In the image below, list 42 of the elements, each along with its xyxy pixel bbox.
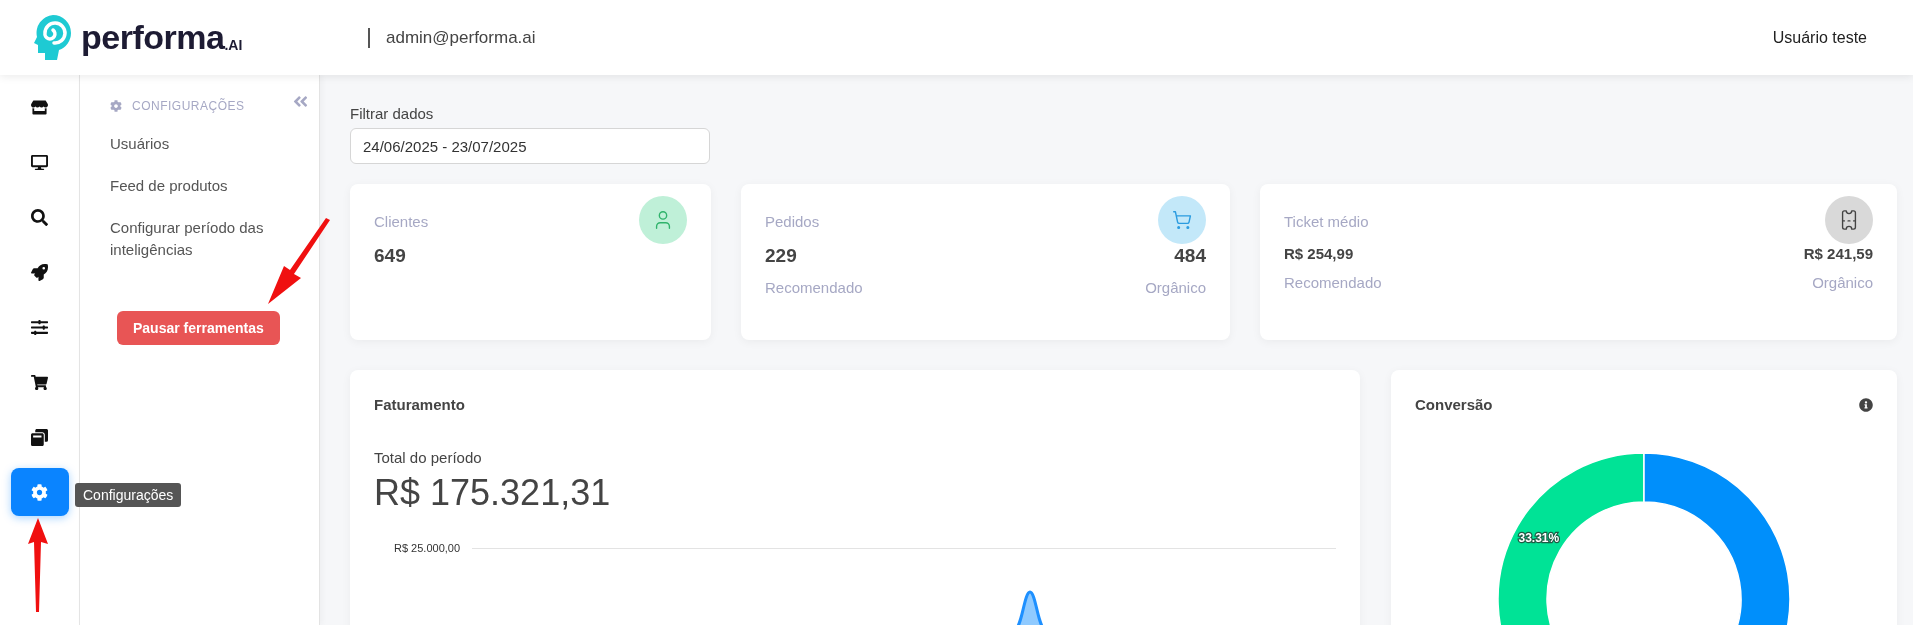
stat-title: Clientes [374,213,429,230]
menu-item[interactable]: Configurar período das inteligências [110,217,319,261]
settings-icon [31,483,48,501]
stat-value: 484 [1174,245,1206,267]
logo-suffix: .AI [224,36,243,53]
stat-value: R$ 241,59 [1803,245,1873,262]
stat-label: Recomendado [765,279,863,296]
settings-icon [110,100,122,112]
search-icon [31,208,48,226]
slice-label: 33.31% [1518,531,1560,546]
tooltip: Configurações [75,483,182,507]
card-title: Faturamento [374,396,466,413]
section-title: CONFIGURAÇÕES [132,99,245,113]
pause-button[interactable]: Pausar ferramentas [117,311,280,345]
monitor-icon [31,153,48,171]
cart-icon [31,373,48,391]
sliders-icon [31,318,48,336]
total-value: R$ 175.321,31 [374,472,612,514]
menu-item[interactable]: Feed de produtos [110,175,319,197]
stat-title: Ticket médio [1284,213,1369,230]
stat-value: 229 [765,245,797,267]
date-range-field[interactable]: 24/06/2025 - 23/07/2025 [350,128,710,164]
stat-title: Pedidos [765,213,820,230]
card-title: Conversão [1415,396,1493,413]
info-icon[interactable] [1859,397,1873,412]
account-email: admin@performa.ai [386,27,537,48]
windows-icon [31,428,48,446]
axis-label: R$ 25.000,00 [394,542,461,554]
user-name[interactable]: Usuário teste [1772,28,1867,47]
store-icon [31,98,48,116]
stat-label: Recomendado [1284,274,1382,291]
menu-item[interactable]: Usuários [110,133,319,155]
stat-value: 649 [374,245,406,267]
filter-label: Filtrar dados [350,105,434,122]
stat-label: Orgânico [1812,274,1873,291]
logo-icon [33,12,73,63]
logo-text: performa [81,18,225,57]
rocket-icon [31,263,48,281]
cart-icon [1172,210,1192,230]
stat-label: Orgânico [1145,279,1206,296]
stat-value: R$ 254,99 [1284,245,1354,262]
total-label: Total do período [374,449,483,466]
